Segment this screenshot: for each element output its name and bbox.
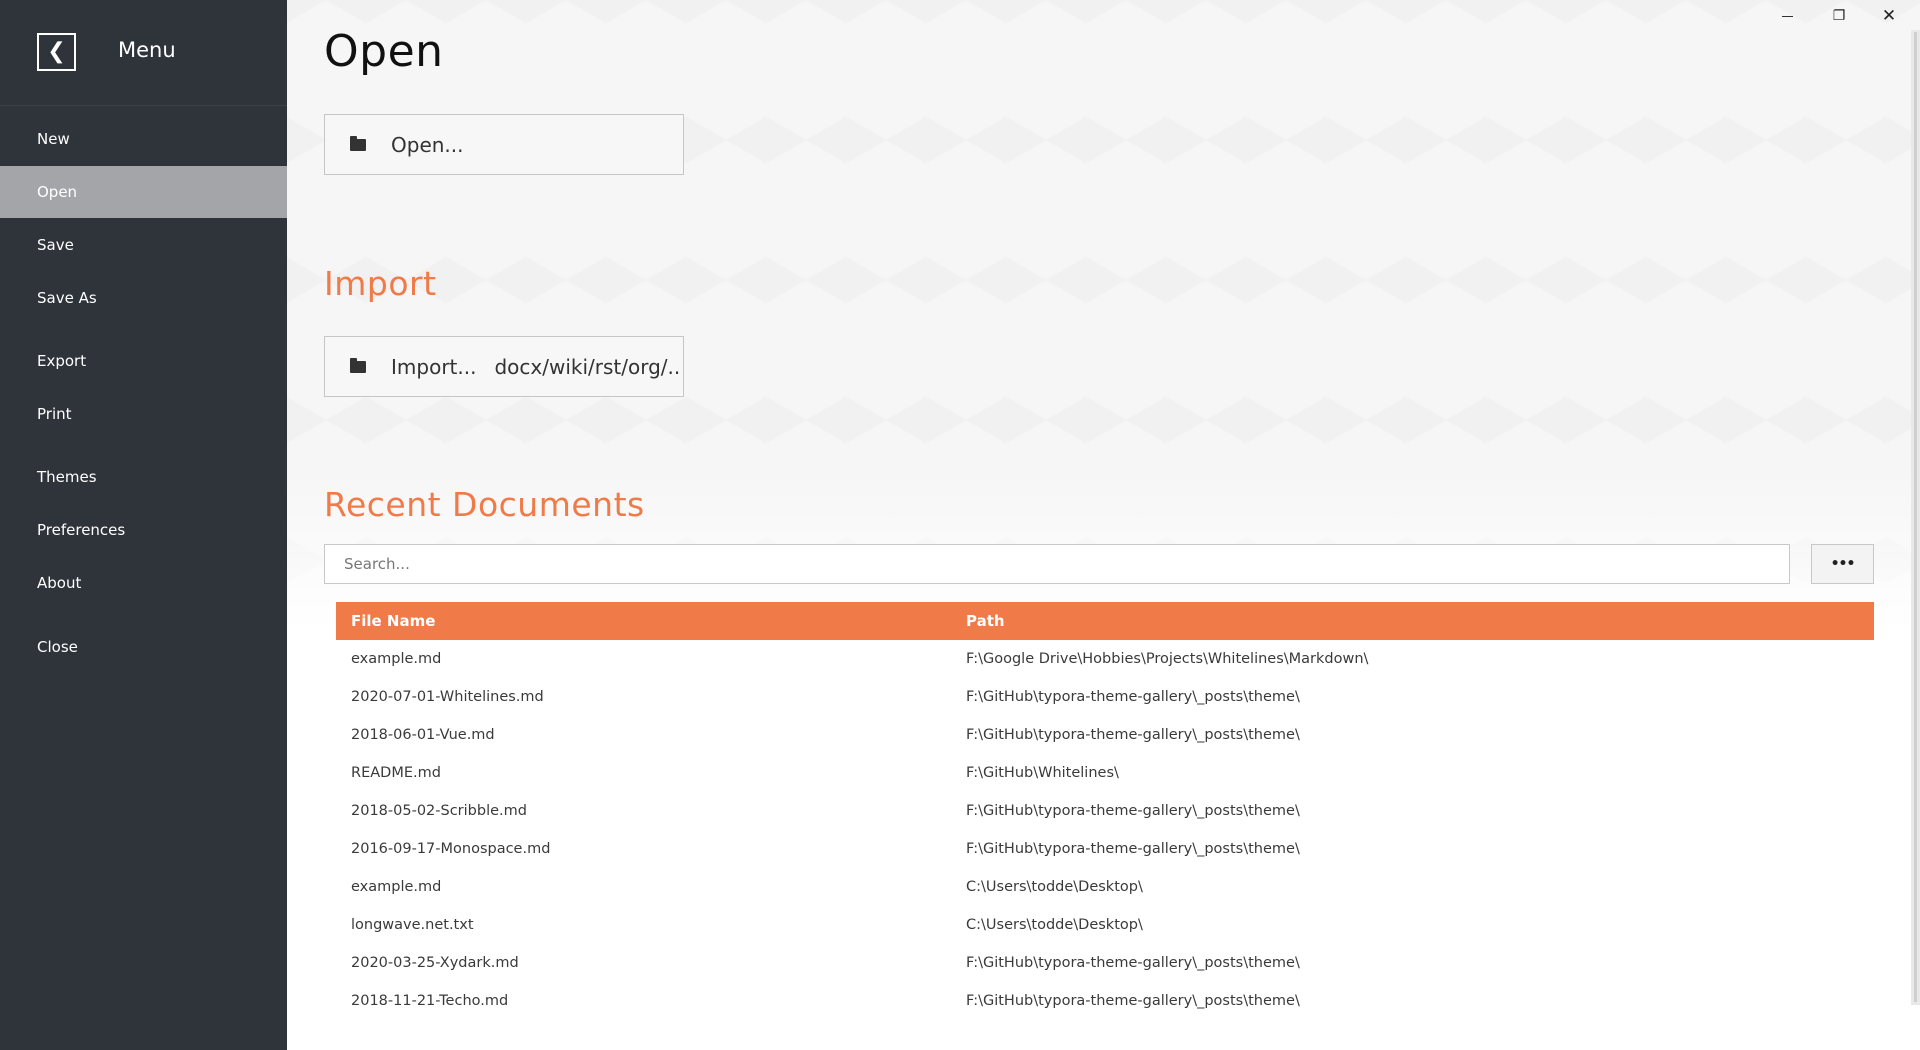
file-path-cell: F:\GitHub\typora-theme-gallery\_posts\th… xyxy=(966,841,1300,857)
sidebar-item-save-as[interactable]: Save As xyxy=(0,272,287,324)
import-heading: Import xyxy=(324,264,437,303)
table-header-row: File Name Path xyxy=(336,602,1874,640)
minimize-icon xyxy=(1781,15,1793,17)
sidebar-item-themes[interactable]: Themes xyxy=(0,451,287,503)
sidebar-item-label: Preferences xyxy=(37,521,126,539)
main-panel: ❐ ✕ Open Open... Import Import... docx/w… xyxy=(287,0,1920,1050)
recent-documents-table: File Name Path example.md F:\Google Drive… xyxy=(336,602,1874,1020)
recent-documents-list: example.md F:\Google Drive\Hobbies\Projec… xyxy=(336,640,1874,1020)
file-name-cell: 2018-05-02-Scribble.md xyxy=(351,803,527,819)
file-name-cell: README.md xyxy=(351,765,441,781)
page-title: Open xyxy=(324,26,444,77)
table-row[interactable]: 2018-11-21-Techo.md F:\GitHub\typora-them… xyxy=(336,982,1874,1020)
file-name-cell: longwave.net.txt xyxy=(351,917,474,933)
sidebar-item-label: About xyxy=(37,574,82,592)
sidebar-item-new[interactable]: New xyxy=(0,113,287,165)
table-row[interactable]: example.md C:\Users\todde\Desktop\ xyxy=(336,868,1874,906)
column-header-path[interactable]: Path xyxy=(951,602,1874,640)
close-icon: ✕ xyxy=(1881,6,1897,26)
file-path-cell: C:\Users\todde\Desktop\ xyxy=(966,879,1143,895)
menu-title: Menu xyxy=(118,38,176,62)
file-name-cell: 2018-06-01-Vue.md xyxy=(351,727,495,743)
scrollbar-thumb[interactable] xyxy=(1914,32,1917,1002)
folder-icon xyxy=(350,357,366,373)
file-path-cell: F:\GitHub\typora-theme-gallery\_posts\th… xyxy=(966,689,1300,705)
table-row[interactable]: 2018-05-02-Scribble.md F:\GitHub\typora-t… xyxy=(336,792,1874,830)
typora-file-menu: ❮ Menu New Open Save Save As Export Prin… xyxy=(0,0,1920,1050)
sidebar-item-label: Close xyxy=(37,638,78,656)
file-path-cell: F:\GitHub\typora-theme-gallery\_posts\th… xyxy=(966,955,1300,971)
import-formats-label: docx/wiki/rst/org/.. xyxy=(494,354,681,379)
file-path-cell: C:\Users\todde\Desktop\ xyxy=(966,917,1143,933)
file-path-cell: F:\GitHub\typora-theme-gallery\_posts\th… xyxy=(966,803,1300,819)
close-window-button[interactable]: ✕ xyxy=(1867,2,1911,30)
menu-header: ❮ Menu xyxy=(0,0,287,106)
restore-button[interactable]: ❐ xyxy=(1817,2,1861,30)
more-dots-icon: ••• xyxy=(1830,556,1856,572)
file-name-cell: 2020-03-25-Xydark.md xyxy=(351,955,519,971)
open-button-label: Open... xyxy=(391,132,464,157)
sidebar-item-label: Save xyxy=(37,236,74,254)
table-row[interactable]: longwave.net.txt C:\Users\todde\Desktop\ xyxy=(336,906,1874,944)
file-path-cell: F:\GitHub\Whitelines\ xyxy=(966,765,1119,781)
open-file-button[interactable]: Open... xyxy=(324,114,684,175)
file-path-cell: F:\GitHub\typora-theme-gallery\_posts\th… xyxy=(966,993,1300,1009)
sidebar-item-label: Themes xyxy=(37,468,97,486)
file-name-cell: 2020-07-01-Whitelines.md xyxy=(351,689,544,705)
sidebar-menu: ❮ Menu New Open Save Save As Export Prin… xyxy=(0,0,287,1050)
file-name-cell: example.md xyxy=(351,879,442,895)
sidebar-item-label: Save As xyxy=(37,289,97,307)
sidebar-item-preferences[interactable]: Preferences xyxy=(0,504,287,556)
sidebar-item-export[interactable]: Export xyxy=(0,335,287,387)
restore-icon: ❐ xyxy=(1832,8,1846,24)
folder-icon xyxy=(350,135,366,151)
table-row[interactable]: 2020-03-25-Xydark.md F:\GitHub\typora-the… xyxy=(336,944,1874,982)
import-button-label: Import... xyxy=(391,354,477,379)
file-name-cell: example.md xyxy=(351,651,442,667)
sidebar-item-label: Open xyxy=(37,183,78,201)
sidebar-item-close[interactable]: Close xyxy=(0,621,287,673)
recent-documents-heading: Recent Documents xyxy=(324,485,645,524)
file-name-cell: 2018-11-21-Techo.md xyxy=(351,993,509,1009)
table-row[interactable]: README.md F:\GitHub\Whitelines\ xyxy=(336,754,1874,792)
sidebar-item-label: Print xyxy=(37,405,72,423)
table-row[interactable]: 2016-09-17-Monospace.md F:\GitHub\typora-… xyxy=(336,830,1874,868)
sidebar-item-label: Export xyxy=(37,352,87,370)
sidebar-item-print[interactable]: Print xyxy=(0,388,287,440)
table-row[interactable]: 2018-06-01-Vue.md F:\GitHub\typora-theme-… xyxy=(336,716,1874,754)
file-name-cell: 2016-09-17-Monospace.md xyxy=(351,841,551,857)
sidebar-item-open[interactable]: Open xyxy=(0,166,287,218)
back-arrow-icon: ❮ xyxy=(47,39,66,64)
sidebar-item-label: New xyxy=(37,130,70,148)
table-row[interactable]: example.md F:\Google Drive\Hobbies\Projec… xyxy=(336,640,1874,678)
back-button[interactable]: ❮ xyxy=(37,33,76,71)
file-path-cell: F:\GitHub\typora-theme-gallery\_posts\th… xyxy=(966,727,1300,743)
column-header-file-name[interactable]: File Name xyxy=(336,602,951,640)
table-row[interactable]: 2020-07-01-Whitelines.md F:\GitHub\typora… xyxy=(336,678,1874,716)
file-path-cell: F:\Google Drive\Hobbies\Projects\Whiteli… xyxy=(966,651,1369,667)
minimize-button[interactable] xyxy=(1765,2,1809,30)
sidebar-item-save[interactable]: Save xyxy=(0,219,287,271)
import-file-button[interactable]: Import... docx/wiki/rst/org/.. xyxy=(324,336,684,397)
sidebar-item-about[interactable]: About xyxy=(0,557,287,609)
more-options-button[interactable]: ••• xyxy=(1811,544,1874,584)
search-input[interactable] xyxy=(324,544,1790,584)
